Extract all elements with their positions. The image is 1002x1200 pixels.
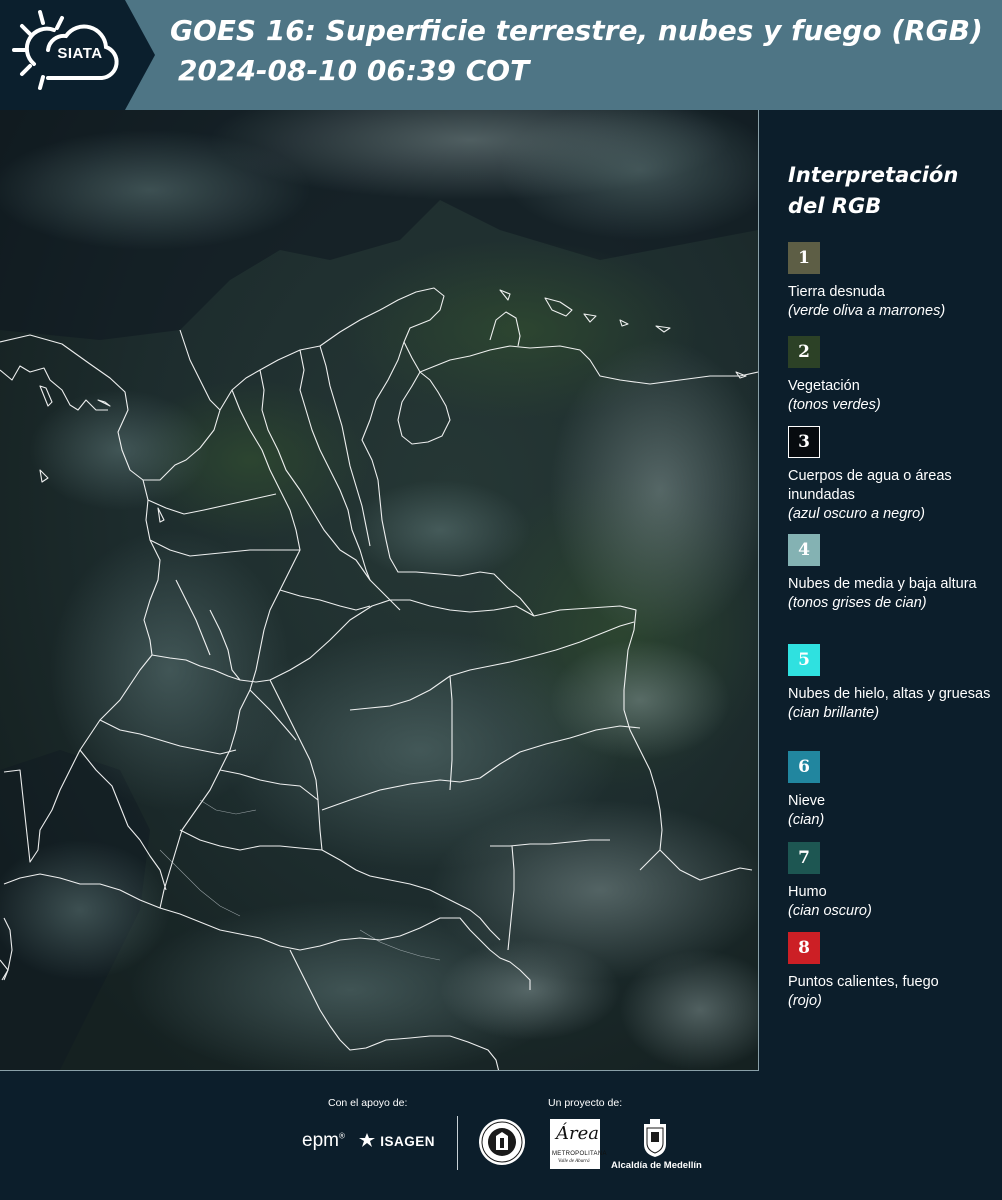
legend-item-low-clouds: 4 Nubes de media y baja altura (tonos gr… xyxy=(788,534,1000,613)
isagen-logo[interactable]: ISAGEN xyxy=(358,1132,435,1149)
legend-name: Cuerpos de agua o áreas inundadas xyxy=(788,468,952,503)
footer: Con el apoyo de: Un proyecto de: epm® IS… xyxy=(0,1072,1002,1200)
legend-number: 6 xyxy=(798,757,810,777)
legend-item-snow: 6 Nieve (cian) xyxy=(788,751,1000,830)
legend-title: Interpretación del RGB xyxy=(788,163,959,218)
legend-desc: (cian) xyxy=(788,812,825,828)
legend-number: 8 xyxy=(798,938,810,958)
legend-desc: (verde oliva a marrones) xyxy=(788,303,946,319)
legend-number: 2 xyxy=(798,342,810,362)
legend-number: 5 xyxy=(798,650,810,670)
support-label: Con el apoyo de: xyxy=(328,1097,408,1109)
university-seal-icon[interactable] xyxy=(478,1118,526,1166)
legend-name: Nieve xyxy=(788,793,826,809)
amva-name: METROPOLITANA xyxy=(552,1151,607,1157)
legend-desc: (cian oscuro) xyxy=(788,903,872,919)
legend-name: Humo xyxy=(788,884,827,900)
legend-name: Nubes de hielo, altas y gruesas xyxy=(788,686,991,702)
legend-swatch: 5 xyxy=(788,644,820,676)
logo-text: SIATA xyxy=(57,45,103,62)
epm-text: epm xyxy=(302,1130,339,1151)
legend-swatch: 1 xyxy=(788,242,820,274)
amva-script: Área xyxy=(556,1123,599,1144)
satellite-rgb-map-icon xyxy=(0,110,758,1070)
legend-number: 3 xyxy=(798,432,810,452)
satellite-map[interactable] xyxy=(0,110,759,1071)
legend-desc: (cian brillante) xyxy=(788,705,880,721)
legend-swatch: 7 xyxy=(788,842,820,874)
legend-item-water: 3 Cuerpos de agua o áreas inundadas (azu… xyxy=(788,426,1000,524)
project-label: Un proyecto de: xyxy=(548,1097,623,1109)
legend-item-bare-land: 1 Tierra desnuda (verde oliva a marrones… xyxy=(788,242,1000,321)
legend-name: Nubes de media y baja altura xyxy=(788,576,977,592)
legend-number: 4 xyxy=(798,540,810,560)
alcaldia-text: Alcaldía de Medellín xyxy=(611,1160,702,1171)
isagen-text: ISAGEN xyxy=(380,1134,436,1149)
legend-panel: Interpretación del RGB 1 Tierra desnuda … xyxy=(788,160,998,1009)
isagen-mark-icon xyxy=(359,1133,375,1147)
legend-desc: (rojo) xyxy=(788,993,822,1009)
medellin-crest-icon[interactable] xyxy=(642,1118,668,1158)
legend-name: Vegetación xyxy=(788,378,860,394)
legend-item-vegetation: 2 Vegetación (tonos verdes) xyxy=(788,336,1000,415)
legend-desc: (tonos grises de cian) xyxy=(788,595,927,611)
legend-item-smoke: 7 Humo (cian oscuro) xyxy=(788,842,1000,921)
legend-number: 7 xyxy=(798,848,810,868)
legend-swatch: 4 xyxy=(788,534,820,566)
legend-swatch: 2 xyxy=(788,336,820,368)
legend-swatch: 6 xyxy=(788,751,820,783)
legend-item-ice-clouds: 5 Nubes de hielo, altas y gruesas (cian … xyxy=(788,644,1000,723)
epm-logo[interactable]: epm® xyxy=(302,1130,345,1152)
amva-sub: Valle de Aburrá xyxy=(558,1159,590,1164)
legend-item-fire: 8 Puntos calientes, fuego (rojo) xyxy=(788,932,1000,1011)
timestamp: 2024-08-10 06:39 COT xyxy=(178,54,530,87)
page-title: GOES 16: Superficie terrestre, nubes y f… xyxy=(170,14,983,47)
area-metropolitana-logo[interactable]: Área METROPOLITANA Valle de Aburrá xyxy=(550,1119,606,1169)
legend-name: Tierra desnuda xyxy=(788,284,885,300)
header-bar: SIATA GOES 16: Superficie terrestre, nub… xyxy=(0,0,1002,110)
siata-logo[interactable]: SIATA xyxy=(0,0,155,110)
footer-divider xyxy=(457,1116,458,1170)
legend-name: Puntos calientes, fuego xyxy=(788,974,939,990)
legend-swatch: 8 xyxy=(788,932,820,964)
legend-desc: (azul oscuro a negro) xyxy=(788,506,926,522)
registered-mark: ® xyxy=(338,1131,345,1141)
legend-desc: (tonos verdes) xyxy=(788,397,881,413)
legend-number: 1 xyxy=(798,248,810,268)
legend-swatch: 3 xyxy=(788,426,820,458)
